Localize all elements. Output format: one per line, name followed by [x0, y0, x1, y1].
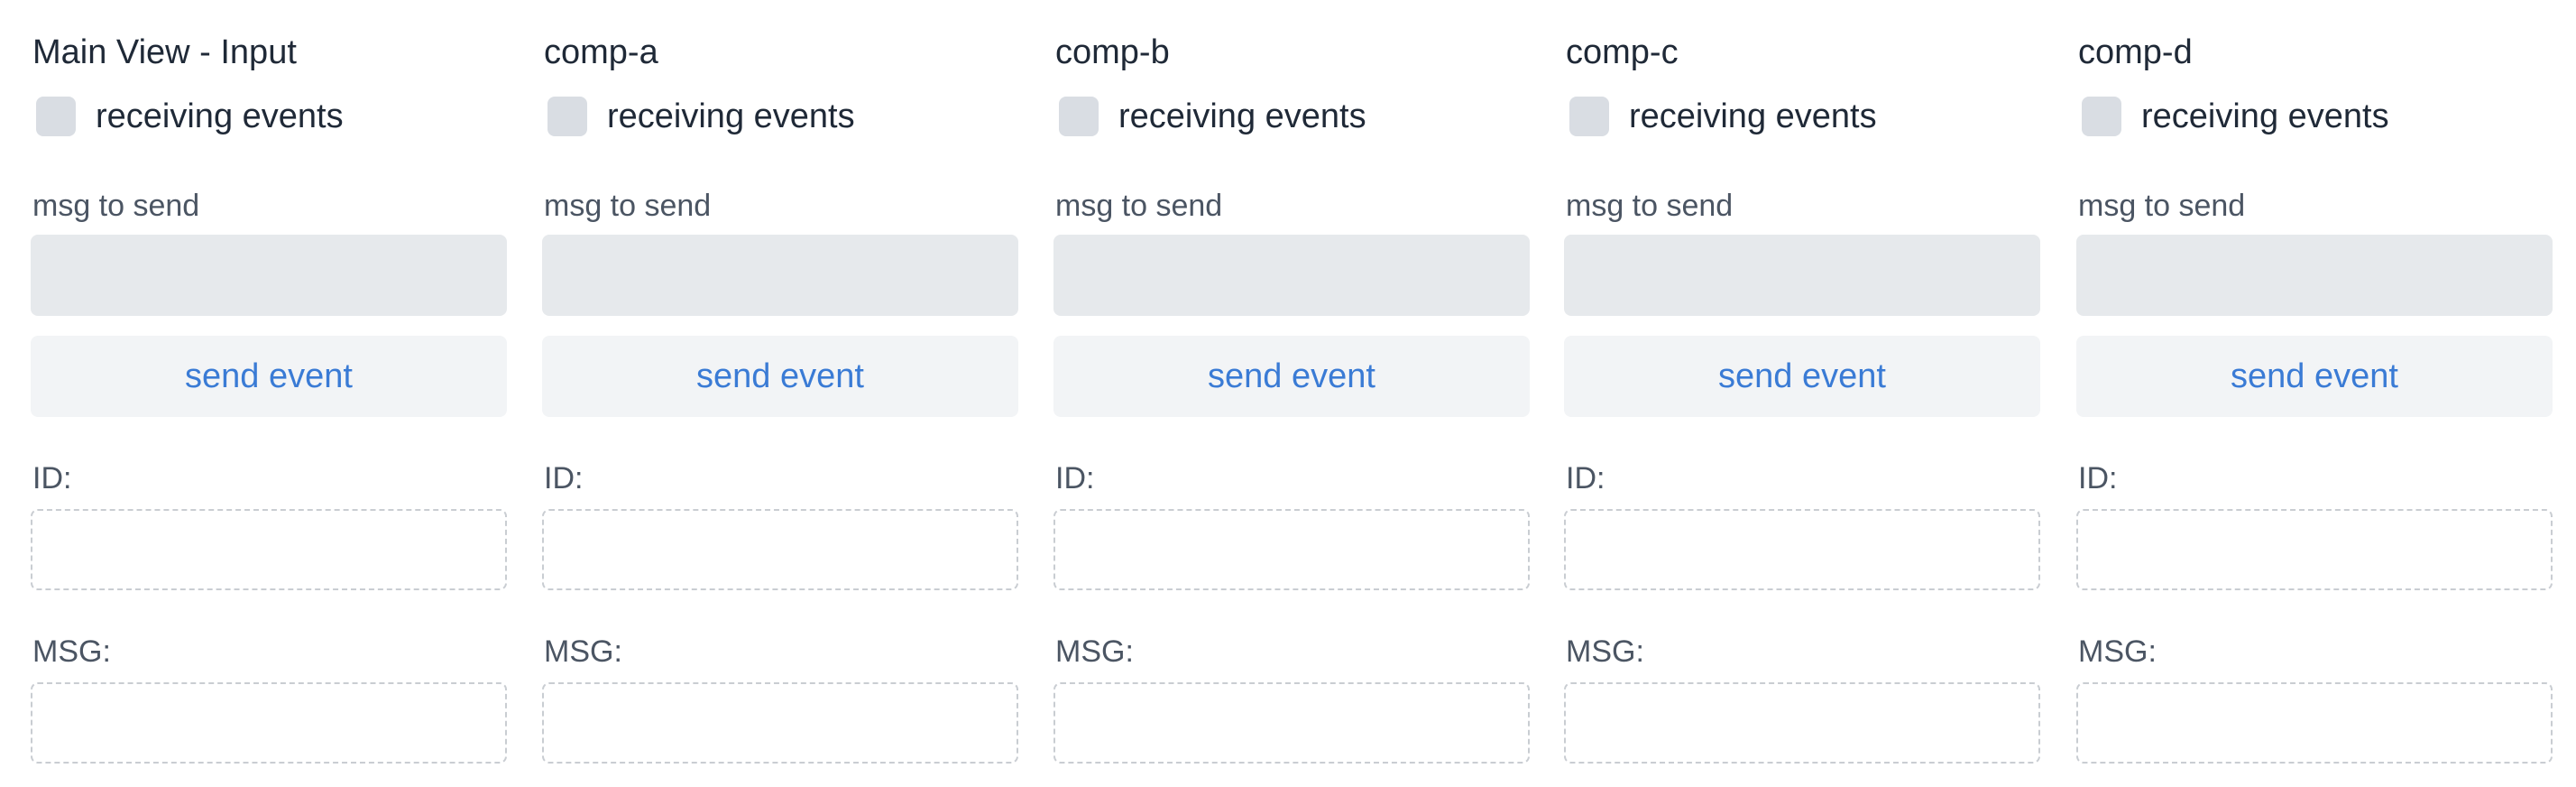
- send-event-button[interactable]: send event: [1564, 336, 2040, 417]
- receiving-events-toggle[interactable]: receiving events: [36, 94, 344, 139]
- receiving-events-label: receiving events: [2141, 97, 2389, 135]
- id-label: ID:: [544, 461, 584, 495]
- receiving-events-checkbox[interactable]: [1059, 97, 1099, 136]
- receiving-events-checkbox[interactable]: [36, 97, 76, 136]
- send-event-button[interactable]: send event: [542, 336, 1018, 417]
- msg-to-send-label: msg to send: [1566, 189, 1734, 223]
- id-label: ID:: [1055, 461, 1095, 495]
- receiving-events-checkbox[interactable]: [2082, 97, 2121, 136]
- id-output: [1053, 509, 1530, 590]
- panel-title: comp-d: [2078, 33, 2193, 71]
- id-output: [542, 509, 1018, 590]
- id-label: ID:: [1566, 461, 1605, 495]
- receiving-events-checkbox[interactable]: [547, 97, 587, 136]
- panel-title: comp-b: [1055, 33, 1170, 71]
- msg-output-label: MSG:: [2078, 634, 2157, 669]
- panel-comp-b: comp-b receiving events msg to send send…: [1053, 0, 1530, 787]
- component-panels: Main View - Input receiving events msg t…: [0, 0, 2576, 787]
- msg-output: [1053, 682, 1530, 764]
- msg-to-send-label: msg to send: [32, 189, 200, 223]
- receiving-events-toggle[interactable]: receiving events: [2082, 94, 2389, 139]
- panel-comp-d: comp-d receiving events msg to send send…: [2076, 0, 2553, 787]
- msg-output-label: MSG:: [1055, 634, 1134, 669]
- receiving-events-toggle[interactable]: receiving events: [1569, 94, 1877, 139]
- panel-title: comp-a: [544, 33, 658, 71]
- msg-to-send-label: msg to send: [2078, 189, 2246, 223]
- receiving-events-label: receiving events: [1629, 97, 1877, 135]
- panel-comp-c: comp-c receiving events msg to send send…: [1564, 0, 2040, 787]
- msg-to-send-input[interactable]: [1564, 235, 2040, 316]
- msg-output: [1564, 682, 2040, 764]
- msg-output: [2076, 682, 2553, 764]
- msg-to-send-input[interactable]: [31, 235, 507, 316]
- receiving-events-label: receiving events: [96, 97, 344, 135]
- msg-to-send-label: msg to send: [544, 189, 712, 223]
- id-output: [1564, 509, 2040, 590]
- msg-to-send-input[interactable]: [1053, 235, 1530, 316]
- send-event-button[interactable]: send event: [31, 336, 507, 417]
- msg-output: [31, 682, 507, 764]
- receiving-events-label: receiving events: [1118, 97, 1366, 135]
- panel-comp-a: comp-a receiving events msg to send send…: [542, 0, 1018, 787]
- id-output: [31, 509, 507, 590]
- receiving-events-label: receiving events: [607, 97, 855, 135]
- id-label: ID:: [32, 461, 72, 495]
- msg-to-send-label: msg to send: [1055, 189, 1223, 223]
- msg-output-label: MSG:: [1566, 634, 1644, 669]
- msg-output-label: MSG:: [32, 634, 111, 669]
- id-output: [2076, 509, 2553, 590]
- id-label: ID:: [2078, 461, 2118, 495]
- msg-to-send-input[interactable]: [2076, 235, 2553, 316]
- receiving-events-checkbox[interactable]: [1569, 97, 1609, 136]
- send-event-button[interactable]: send event: [2076, 336, 2553, 417]
- panel-main-view: Main View - Input receiving events msg t…: [31, 0, 507, 787]
- receiving-events-toggle[interactable]: receiving events: [547, 94, 855, 139]
- panel-title: comp-c: [1566, 33, 1679, 71]
- msg-output-label: MSG:: [544, 634, 622, 669]
- msg-to-send-input[interactable]: [542, 235, 1018, 316]
- receiving-events-toggle[interactable]: receiving events: [1059, 94, 1366, 139]
- send-event-button[interactable]: send event: [1053, 336, 1530, 417]
- panel-title: Main View - Input: [32, 33, 297, 71]
- msg-output: [542, 682, 1018, 764]
